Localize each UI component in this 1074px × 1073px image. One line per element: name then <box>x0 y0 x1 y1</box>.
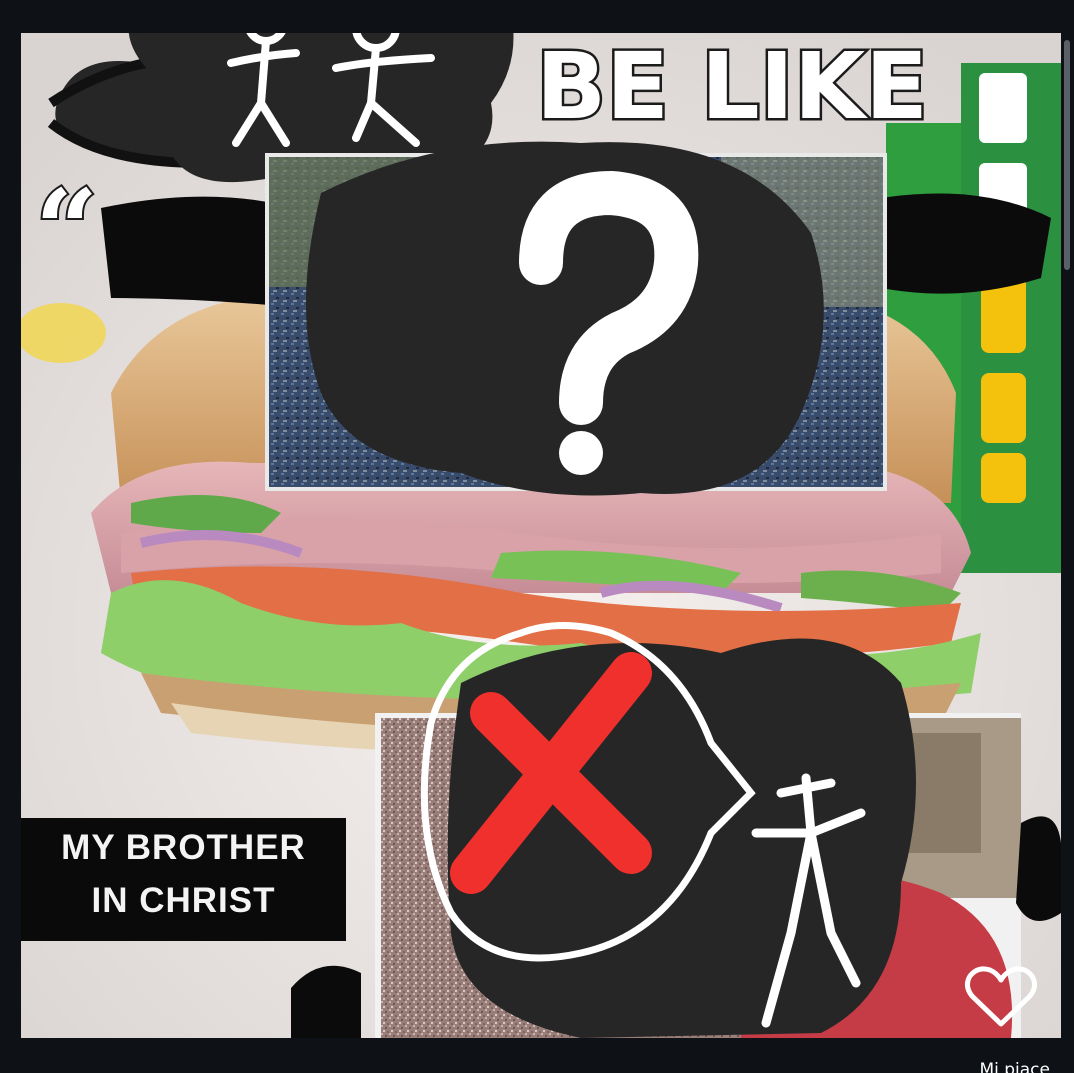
caption-bottom-line-1: MY BROTHER <box>61 828 306 867</box>
post-image[interactable]: BE LIKE “ MY BROTHER IN CHRIST <box>21 33 1061 1038</box>
caption-bottom-line-2: IN CHRIST <box>91 881 276 920</box>
quote-mark: “ <box>35 165 98 294</box>
like-label[interactable]: Mi piace <box>979 1060 1050 1073</box>
caption-top: BE LIKE <box>536 33 928 140</box>
scrollbar[interactable] <box>1064 40 1070 270</box>
bottom-bar <box>0 1038 1074 1073</box>
like-button[interactable] <box>962 962 1040 1032</box>
post-viewer: BE LIKE “ MY BROTHER IN CHRIST Mi piace <box>0 0 1074 1073</box>
heart-outline-icon <box>964 966 1038 1027</box>
top-bar <box>0 0 1074 33</box>
